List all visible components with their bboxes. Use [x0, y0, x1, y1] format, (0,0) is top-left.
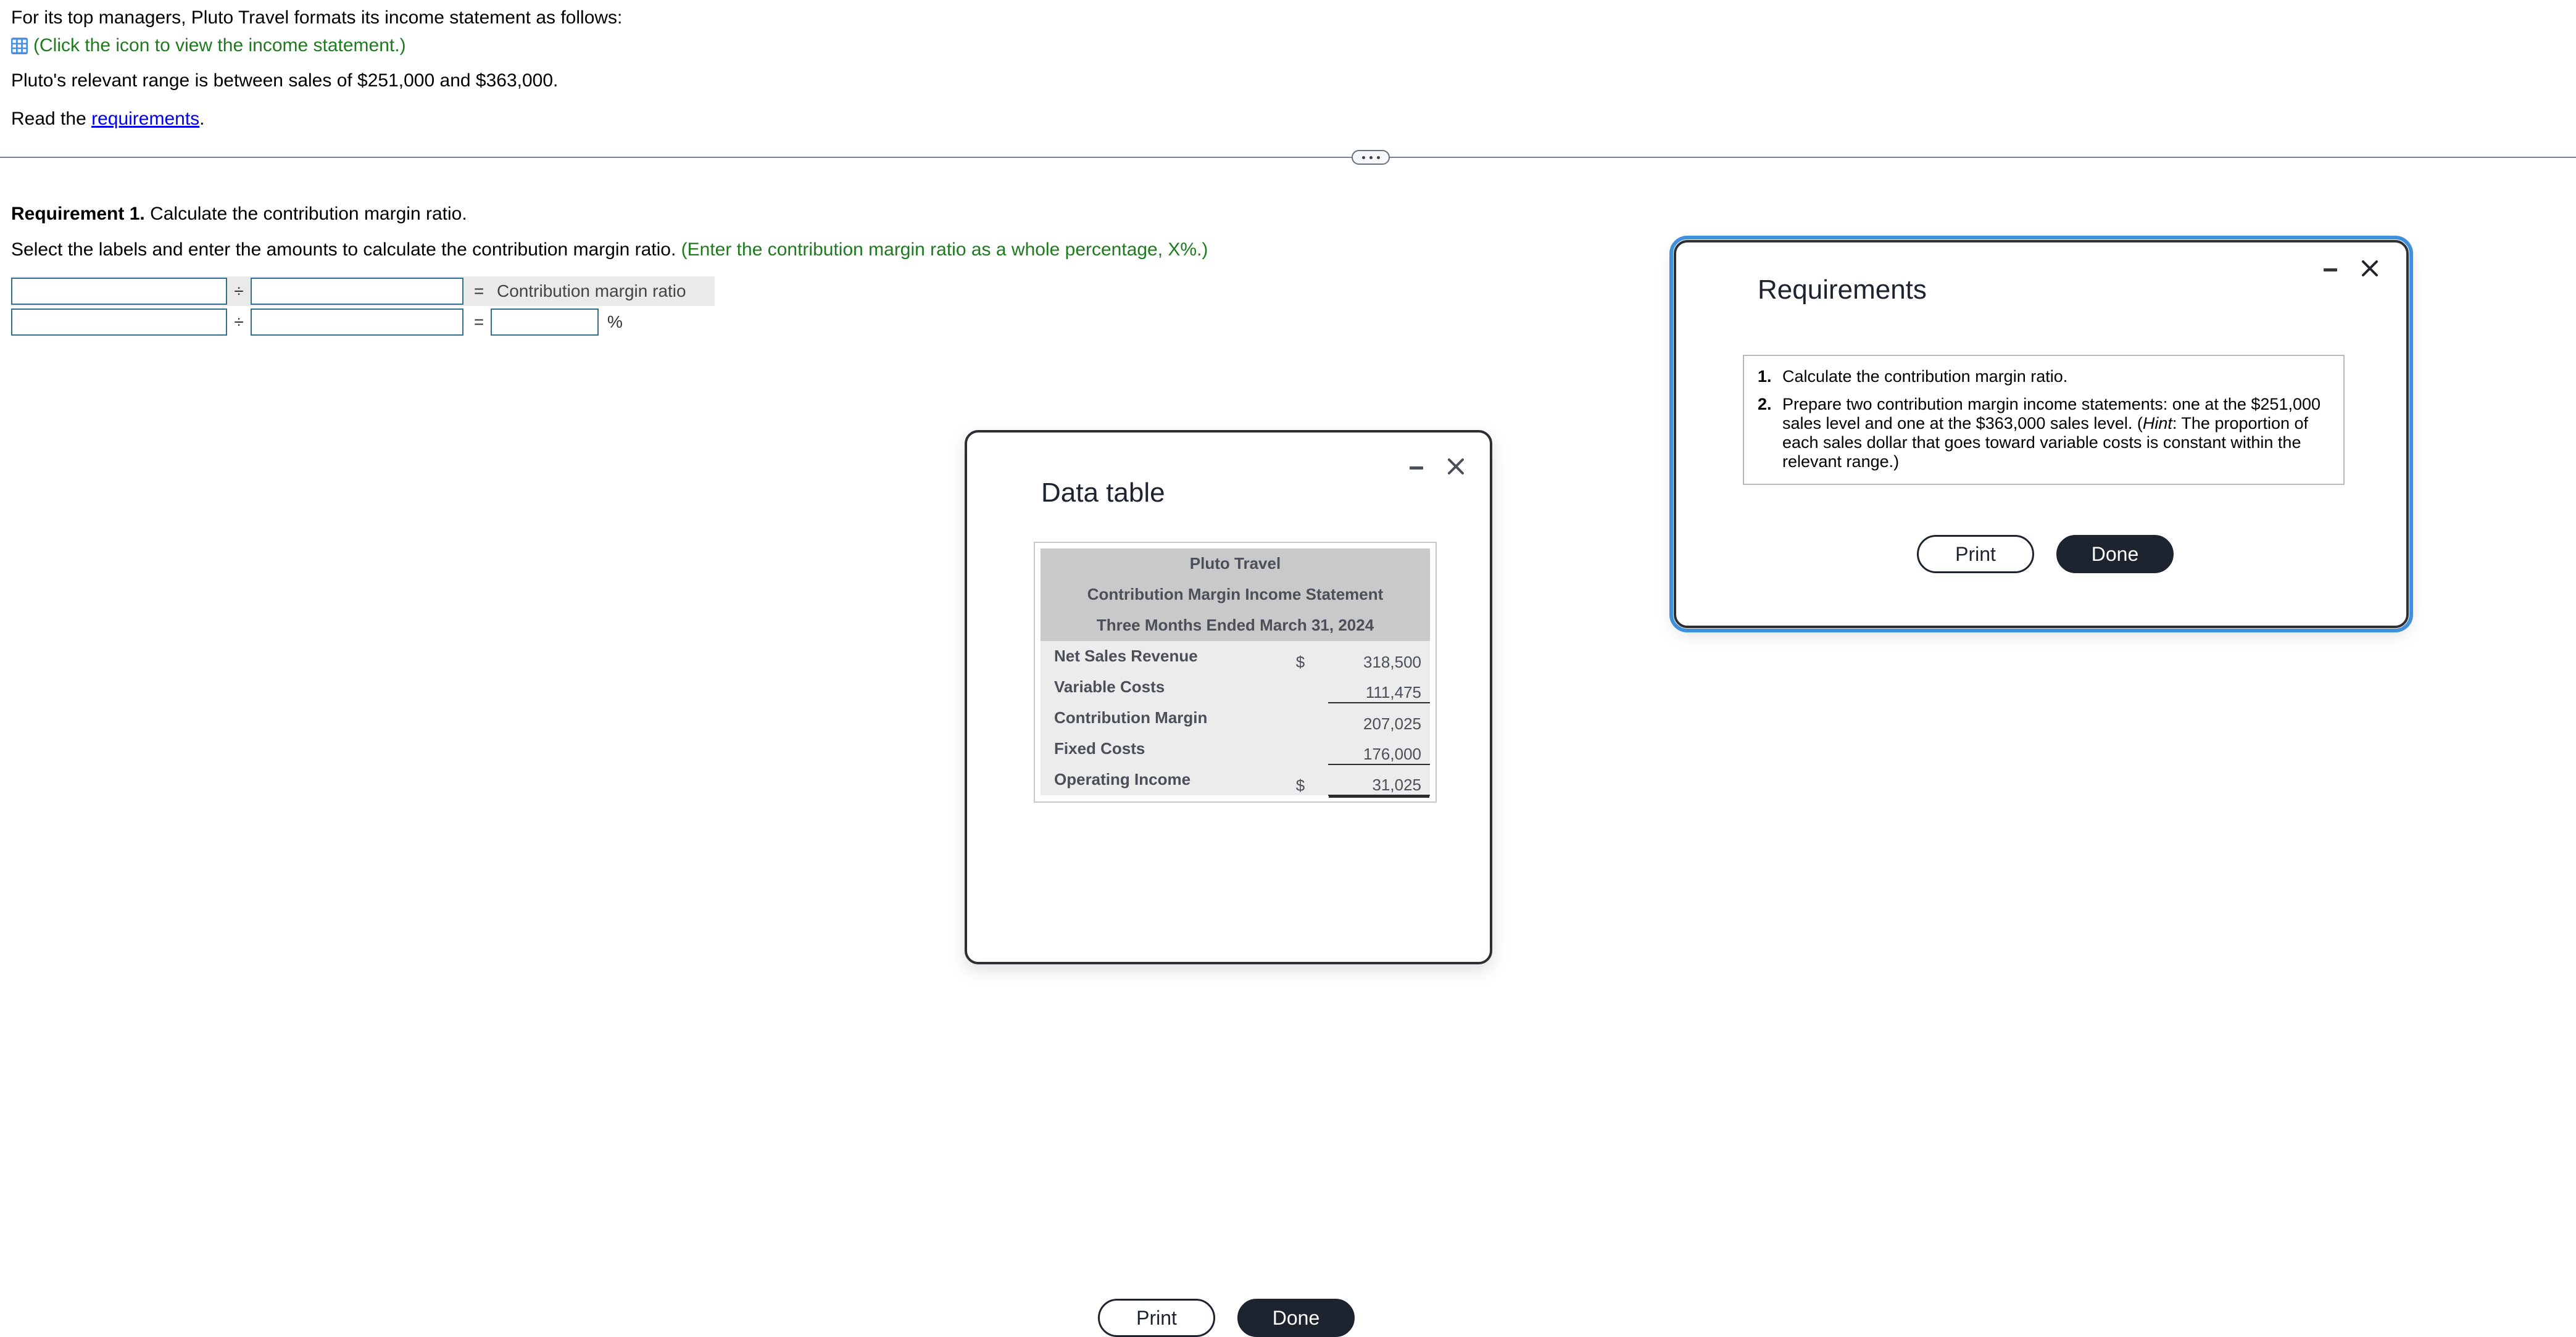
row-currency: $	[1295, 641, 1328, 672]
income-statement-frame: Pluto Travel Contribution Margin Income …	[1034, 542, 1437, 803]
statement-header-row-3: Three Months Ended March 31, 2024	[1041, 610, 1430, 641]
row-currency	[1295, 703, 1328, 734]
denominator-amount-input[interactable]	[251, 308, 463, 336]
equals-operator-row1: =	[473, 281, 484, 300]
requirements-dialog-title: Requirements	[1758, 275, 1927, 305]
text-part: Calculate the contribution margin ratio.	[1782, 367, 2068, 386]
requirements-link[interactable]: requirements	[91, 109, 199, 129]
row-amount: 176,000	[1327, 734, 1430, 765]
problem-statement: For its top managers, Pluto Travel forma…	[11, 6, 1986, 131]
list-item-number: 2.	[1758, 395, 1772, 413]
requirements-list-box: 1. Calculate the contribution margin rat…	[1743, 355, 2345, 485]
print-button[interactable]: Print	[1098, 1299, 1215, 1337]
row-amount: 111,475	[1327, 672, 1430, 703]
read-the-prefix: Read the	[11, 109, 92, 129]
data-table-dialog-title: Data table	[1041, 478, 1165, 508]
company-name: Pluto Travel	[1041, 548, 1430, 579]
requirements-dialog-footer: Print Done	[1917, 535, 2174, 573]
row-label: Variable Costs	[1041, 672, 1296, 703]
contribution-margin-income-statement: Pluto Travel Contribution Margin Income …	[1041, 548, 1430, 796]
contribution-margin-ratio-label: Contribution margin ratio	[497, 281, 686, 300]
data-table-dialog-footer: Print Done	[1098, 1299, 1355, 1337]
requirement-1-heading: Requirement 1. Calculate the contributio…	[11, 204, 1245, 225]
row-amount: 318,500	[1327, 641, 1430, 672]
problem-line-relevant-range: Pluto's relevant range is between sales …	[11, 70, 559, 91]
read-the-suffix: .	[199, 109, 205, 129]
data-table-window-controls	[1407, 456, 1466, 477]
hint-emphasis: Hint	[2142, 414, 2172, 433]
ratio-result-input[interactable]	[491, 308, 599, 336]
statement-title: Contribution Margin Income Statement	[1041, 579, 1430, 610]
row-label: Fixed Costs	[1041, 734, 1296, 764]
income-statement-icon-row[interactable]: (Click the icon to view the income state…	[11, 36, 1986, 56]
numerator-amount-input[interactable]	[11, 308, 227, 336]
close-icon[interactable]	[2359, 258, 2380, 279]
dot-icon	[1361, 155, 1365, 159]
list-item: 2. Prepare two contribution margin incom…	[1758, 395, 2330, 471]
list-item-number: 1.	[1758, 367, 1772, 386]
icon-hint-text[interactable]: (Click the icon to view the income state…	[33, 36, 406, 56]
row-label: Net Sales Revenue	[1041, 641, 1296, 672]
instruction-note: (Enter the contribution margin ratio as …	[681, 239, 1208, 260]
row-label: Contribution Margin	[1041, 703, 1296, 734]
problem-line-1: For its top managers, Pluto Travel forma…	[11, 7, 623, 28]
numerator-label-input[interactable]	[11, 278, 227, 305]
denominator-label-input[interactable]	[251, 278, 463, 305]
requirement-1-instruction: Select the labels and enter the amounts …	[11, 239, 1245, 260]
percent-sign: %	[607, 312, 623, 331]
instruction-text: Select the labels and enter the amounts …	[11, 239, 681, 260]
splitter-handle-dots[interactable]	[1352, 150, 1390, 165]
list-item-text: Prepare two contribution margin income s…	[1782, 395, 2330, 471]
formula-row-labels: ÷ = Contribution margin ratio	[11, 276, 1245, 306]
requirement-1-label: Requirement 1.	[11, 204, 145, 224]
print-button[interactable]: Print	[1917, 535, 2034, 573]
statement-header-row-2: Contribution Margin Income Statement	[1041, 579, 1430, 610]
done-button[interactable]: Done	[2056, 535, 2174, 573]
requirement-1-work-area: Requirement 1. Calculate the contributio…	[11, 204, 1245, 338]
dot-icon	[1369, 155, 1373, 159]
table-row: Fixed Costs 176,000	[1041, 734, 1430, 765]
requirement-1-text: Calculate the contribution margin ratio.	[144, 204, 467, 224]
statement-period: Three Months Ended March 31, 2024	[1041, 610, 1430, 641]
requirements-window-controls	[2321, 258, 2380, 279]
row-amount: 207,025	[1327, 703, 1430, 734]
horizontal-divider	[0, 157, 2576, 158]
requirements-dialog: Requirements 1. Calculate the contributi…	[1669, 236, 2413, 632]
done-button[interactable]: Done	[1237, 1299, 1355, 1337]
row-amount: 31,025	[1327, 764, 1430, 796]
row-label: Operating Income	[1041, 764, 1296, 795]
table-row: Net Sales Revenue $ 318,500	[1041, 641, 1430, 672]
list-item-text: Calculate the contribution margin ratio.	[1782, 367, 2330, 386]
table-row: Variable Costs 111,475	[1041, 672, 1430, 703]
read-requirements-line: Read the requirements.	[11, 107, 1986, 131]
table-row: Contribution Margin 207,025	[1041, 703, 1430, 734]
data-table-dialog: Data table Pluto Travel Contribution Mar…	[965, 430, 1492, 1337]
divide-operator-row2: ÷	[234, 312, 244, 331]
equals-operator-row2: =	[473, 312, 484, 331]
formula-row-amounts: ÷ = %	[11, 307, 1245, 337]
row-currency	[1295, 672, 1328, 703]
requirements-list: 1. Calculate the contribution margin rat…	[1758, 367, 2330, 471]
dot-icon	[1376, 155, 1380, 159]
row-currency	[1295, 734, 1328, 764]
table-grid-icon[interactable]	[11, 37, 28, 54]
list-item: 1. Calculate the contribution margin rat…	[1758, 367, 2330, 386]
contribution-margin-ratio-form: ÷ = Contribution margin ratio ÷ = %	[11, 276, 1245, 337]
close-icon[interactable]	[1445, 456, 1466, 477]
minimize-icon[interactable]	[1407, 457, 1426, 476]
statement-header-row-1: Pluto Travel	[1041, 548, 1430, 579]
minimize-icon[interactable]	[2321, 259, 2340, 278]
row-currency: $	[1295, 764, 1328, 795]
table-row: Operating Income $ 31,025	[1041, 764, 1430, 796]
divide-operator-row1: ÷	[234, 281, 244, 300]
